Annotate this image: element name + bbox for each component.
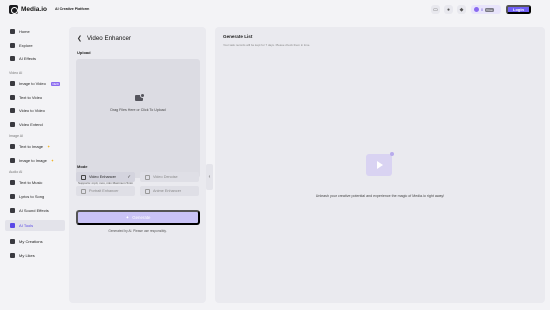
- sidebar-item-label: Image to Image: [19, 158, 47, 163]
- folder-icon: [10, 239, 15, 244]
- logo-icon: [9, 5, 18, 14]
- sidebar-item-video-to-video[interactable]: Video to Video: [5, 105, 65, 116]
- mode-video-denoise[interactable]: Video Denoise: [140, 172, 199, 182]
- portrait-icon: [81, 188, 86, 194]
- sidebar-item-label: AI Effects: [19, 56, 37, 61]
- sidebar-item-ai-sound-effects[interactable]: AI Sound Effects: [5, 205, 65, 216]
- mode-label: Mode: [77, 164, 88, 169]
- section-image-ai: Image AI: [9, 134, 24, 138]
- generate-label: Generate: [132, 215, 151, 220]
- denoise-icon: [145, 174, 150, 180]
- music-icon: [10, 180, 15, 185]
- sidebar-item-ai-effects[interactable]: AI Effects: [5, 53, 65, 64]
- generate-list-subtitle: Your task records will be kept for 7 day…: [223, 43, 311, 47]
- chevron-left-icon: ‹: [208, 174, 211, 180]
- mode-portrait-enhancer[interactable]: Portrait Enhancer: [76, 186, 135, 196]
- sidebar-item-label: Text to Music: [19, 180, 43, 185]
- tools-icon: [10, 223, 15, 228]
- extend-icon: [10, 122, 15, 127]
- sidebar-item-text-to-video[interactable]: Text to Video: [5, 92, 65, 103]
- sidebar-item-label: My Likes: [19, 253, 35, 258]
- sidebar-item-label: Video to Video: [19, 108, 45, 113]
- sparkle-icon: [10, 56, 15, 61]
- login-button[interactable]: Login: [506, 5, 531, 14]
- upload-dropzone[interactable]: Drag Files Here or Click To Upload: [76, 59, 200, 178]
- mode-label-text: Anime Enhancer: [153, 189, 182, 193]
- mode-video-enhancer[interactable]: Video Enhancer ✓: [76, 172, 135, 182]
- mode-anime-enhancer[interactable]: Anime Enhancer: [140, 186, 199, 196]
- sidebar-item-label: Text to Image: [19, 144, 44, 149]
- panel-title: Video Enhancer: [87, 35, 131, 42]
- generate-list-title: Generate List: [223, 34, 253, 39]
- upload-label: Upload: [77, 50, 91, 55]
- enhance-icon: [81, 174, 86, 180]
- sidebar-item-label: Lyrics to Song: [19, 194, 45, 199]
- anime-icon: [145, 188, 150, 194]
- sidebar-item-label: Video Extend: [19, 122, 43, 127]
- wand-icon: ✦: [125, 214, 130, 220]
- message-icon[interactable]: ▭: [431, 5, 440, 14]
- panel-header: ❮ Video Enhancer: [77, 35, 131, 42]
- mode-label-text: Video Denoise: [153, 175, 178, 179]
- credits-button[interactable]: 0 Free: [471, 5, 501, 14]
- heart-icon: [10, 253, 15, 258]
- sidebar-item-label: Text to Video: [19, 95, 43, 100]
- sidebar-item-ai-tools[interactable]: AI Tools: [5, 220, 65, 231]
- sparkle-icon: ✦: [47, 144, 51, 149]
- sidebar-item-my-creations[interactable]: My Creations: [5, 236, 65, 247]
- image-upload-icon: [135, 93, 145, 101]
- sidebar-item-lyrics-to-song[interactable]: Lyrics to Song: [5, 191, 65, 202]
- sidebar-item-label: AI Tools: [19, 223, 34, 228]
- section-video-ai: Video AI: [9, 71, 23, 75]
- image-video-icon: [10, 81, 15, 86]
- sidebar-item-label: Explore: [19, 43, 33, 48]
- sparkle-icon: ✦: [50, 158, 55, 163]
- sidebar-item-image-to-video[interactable]: Image to Video NEW: [5, 78, 65, 89]
- credits-count: 0: [481, 7, 483, 12]
- sidebar-item-text-to-image[interactable]: Text to Image ✦: [5, 141, 65, 152]
- sidebar-item-label: My Creations: [19, 239, 43, 244]
- disclaimer-text: Generated by AI. Please use responsibly.: [108, 229, 167, 233]
- platform-label: AI Creative Platform: [55, 7, 90, 11]
- chevron-left-icon[interactable]: ❮: [77, 35, 82, 42]
- video-video-icon: [10, 108, 15, 113]
- check-icon: ✓: [127, 174, 131, 179]
- sound-icon: [10, 208, 15, 213]
- play-icon: [377, 161, 383, 169]
- top-bar: Media.io AI Creative Platform ▭ ● ◆ 0 Fr…: [0, 0, 550, 18]
- collapse-panel-button[interactable]: ‹: [206, 164, 213, 190]
- gift-icon[interactable]: ◆: [457, 5, 466, 14]
- sidebar-item-label: Home: [19, 29, 30, 34]
- mode-label-text: Video Enhancer: [89, 175, 116, 179]
- section-audio-ai: Audio AI: [9, 170, 23, 174]
- generate-button[interactable]: ✦ Generate: [76, 210, 200, 225]
- sidebar-item-home[interactable]: Home: [5, 26, 65, 37]
- sidebar-item-my-likes[interactable]: My Likes: [5, 250, 65, 261]
- sidebar-item-video-extend[interactable]: Video Extend: [5, 119, 65, 130]
- sidebar-item-label: Image to Video: [19, 81, 46, 86]
- text-video-icon: [10, 95, 15, 100]
- sidebar-item-explore[interactable]: Explore: [5, 40, 65, 51]
- sidebar-item-image-to-image[interactable]: Image to Image ✦: [5, 155, 65, 166]
- coin-icon: [474, 7, 479, 12]
- image-image-icon: [10, 158, 15, 163]
- lyrics-icon: [10, 194, 15, 199]
- generate-list-panel: Generate List Your task records will be …: [215, 27, 545, 303]
- bell-icon[interactable]: ●: [444, 5, 453, 14]
- compass-icon: [10, 43, 15, 48]
- new-badge: NEW: [50, 81, 61, 86]
- plan-badge: Free: [485, 7, 495, 12]
- logo-text: Media.io: [21, 6, 48, 13]
- upload-text: Drag Files Here or Click To Upload: [110, 108, 166, 112]
- empty-state-text: Unleash your creative potential and expe…: [315, 194, 445, 198]
- logo[interactable]: Media.io: [9, 5, 47, 14]
- sidebar-item-label: AI Sound Effects: [19, 208, 49, 213]
- tool-panel: ❮ Video Enhancer Upload Drag Files Here …: [69, 27, 206, 303]
- text-image-icon: [10, 144, 15, 149]
- home-icon: [10, 29, 15, 34]
- sidebar-item-text-to-music[interactable]: Text to Music: [5, 177, 65, 188]
- video-placeholder-icon: [366, 152, 394, 176]
- mode-label-text: Portrait Enhancer: [89, 189, 119, 193]
